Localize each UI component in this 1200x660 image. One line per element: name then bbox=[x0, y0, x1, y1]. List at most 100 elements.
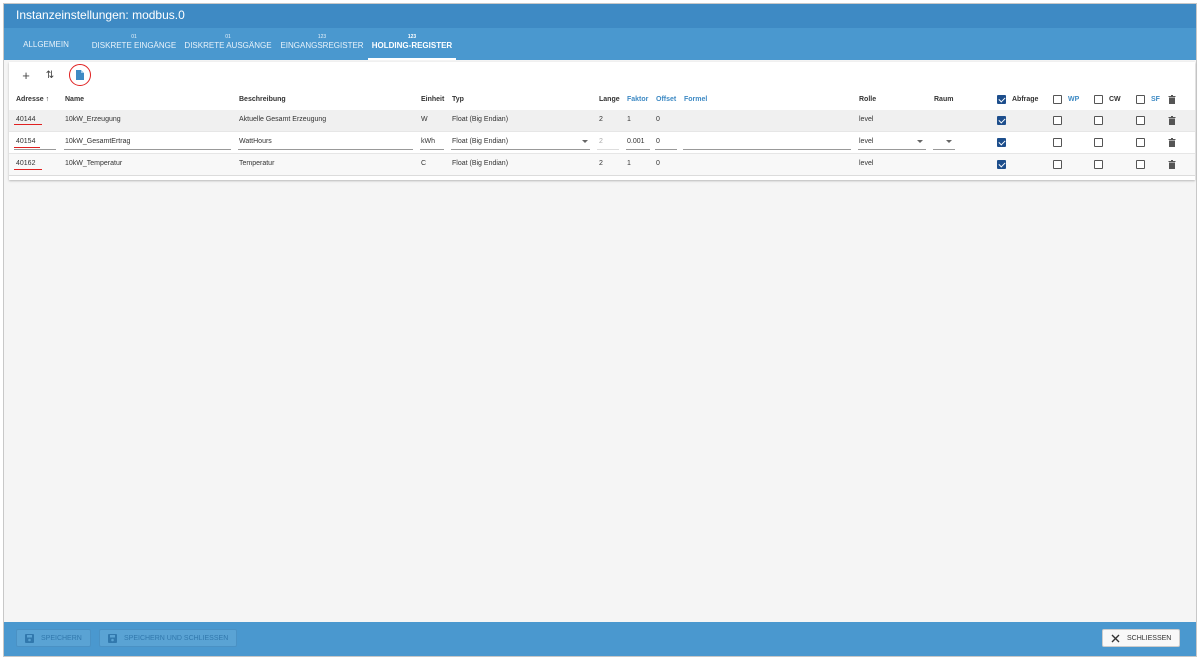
header-cw: CW bbox=[1109, 96, 1121, 103]
dialog-title: Instanzeinstellungen: modbus.0 bbox=[4, 4, 1196, 28]
description-cell[interactable]: Aktuelle Gesamt Erzeugung bbox=[239, 116, 326, 123]
header-sf: SF bbox=[1151, 96, 1160, 103]
add-row-button[interactable]: + bbox=[17, 68, 35, 84]
cw-checkbox[interactable] bbox=[1094, 160, 1103, 169]
table-row-editing: 40154 10kW_GesamtErtrag WattHours kWh Fl… bbox=[9, 132, 1195, 154]
save-button[interactable]: Speichern bbox=[16, 629, 91, 647]
tab-diskrete-ausgaenge[interactable]: 01 Diskrete Ausgänge bbox=[182, 28, 274, 60]
header-offset: Offset bbox=[656, 96, 677, 103]
header-wp: WP bbox=[1068, 96, 1080, 103]
header-address[interactable]: Adresse ↑ bbox=[16, 96, 49, 103]
factor-input[interactable]: 0.001 bbox=[627, 138, 645, 145]
room-select[interactable] bbox=[933, 149, 955, 150]
header-sf-checkbox[interactable] bbox=[1136, 95, 1145, 104]
close-button[interactable]: Schliessen bbox=[1102, 629, 1181, 647]
address-cell[interactable]: 40162 bbox=[16, 160, 35, 167]
tab-diskrete-eingaenge[interactable]: 01 Diskrete Eingänge bbox=[88, 28, 180, 60]
header-type: Typ bbox=[452, 96, 464, 103]
type-select[interactable]: Float (Big Endian) bbox=[452, 138, 508, 145]
address-input[interactable]: 40154 bbox=[16, 138, 35, 145]
annotation-underline bbox=[14, 147, 40, 148]
annotation-underline bbox=[14, 169, 42, 170]
length-cell: 2 bbox=[599, 160, 603, 167]
formula-input[interactable] bbox=[683, 149, 851, 150]
wp-checkbox[interactable] bbox=[1053, 138, 1062, 147]
header-length: Lange bbox=[599, 96, 620, 103]
type-dropdown-arrow-icon[interactable] bbox=[582, 140, 588, 143]
name-cell[interactable]: 10kW_Temperatur bbox=[65, 160, 122, 167]
table-toolbar: + ⇅ bbox=[9, 62, 1195, 90]
header-factor: Faktor bbox=[627, 96, 649, 103]
address-cell[interactable]: 40144 bbox=[16, 116, 35, 123]
delete-row-icon[interactable] bbox=[1168, 116, 1176, 125]
delete-all-icon[interactable] bbox=[1168, 95, 1176, 104]
header-description: Beschreibung bbox=[239, 96, 286, 103]
table-row: 40162 10kW_Temperatur Temperatur C Float… bbox=[9, 154, 1195, 176]
annotation-underline bbox=[14, 124, 42, 125]
sf-checkbox[interactable] bbox=[1136, 160, 1145, 169]
dialog-footer: Speichern Speichern und schliessen Schli… bbox=[4, 622, 1196, 656]
header-unit: Einheit bbox=[421, 96, 445, 103]
name-input[interactable]: 10kW_GesamtErtrag bbox=[65, 138, 130, 145]
role-dropdown-arrow-icon[interactable] bbox=[917, 140, 923, 143]
factor-cell[interactable]: 1 bbox=[627, 116, 631, 123]
header-poll-checkbox[interactable] bbox=[997, 95, 1006, 104]
description-cell[interactable]: Temperatur bbox=[239, 160, 274, 167]
header-room: Raum bbox=[934, 96, 954, 103]
sf-checkbox[interactable] bbox=[1136, 138, 1145, 147]
header-wp-checkbox[interactable] bbox=[1053, 95, 1062, 104]
sf-checkbox[interactable] bbox=[1136, 116, 1145, 125]
role-cell[interactable]: level bbox=[859, 160, 873, 167]
unit-input-underline bbox=[420, 149, 444, 150]
unit-cell[interactable]: C bbox=[421, 160, 426, 167]
sort-up-icon: ↑ bbox=[45, 96, 50, 103]
register-table-panel: + ⇅ Adresse ↑ Name Beschreibung Einheit … bbox=[9, 62, 1195, 180]
unit-input[interactable]: kWh bbox=[421, 138, 435, 145]
description-input-underline bbox=[238, 149, 413, 150]
close-icon bbox=[1111, 634, 1120, 643]
role-select[interactable]: level bbox=[859, 138, 873, 145]
cw-checkbox[interactable] bbox=[1094, 138, 1103, 147]
table-row: 40144 10kW_Erzeugung Aktuelle Gesamt Erz… bbox=[9, 110, 1195, 132]
type-cell[interactable]: Float (Big Endian) bbox=[452, 160, 508, 167]
header-poll: Abfrage bbox=[1012, 96, 1039, 103]
save-and-close-button[interactable]: Speichern und schliessen bbox=[99, 629, 238, 647]
role-select-underline bbox=[858, 149, 926, 150]
cw-checkbox[interactable] bbox=[1094, 116, 1103, 125]
save-icon bbox=[108, 634, 117, 643]
room-dropdown-arrow-icon[interactable] bbox=[946, 140, 952, 143]
offset-cell[interactable]: 0 bbox=[656, 160, 660, 167]
tab-holding-register[interactable]: 123 Holding-Register bbox=[368, 28, 456, 60]
tab-allgemein[interactable]: Allgemein bbox=[14, 28, 78, 60]
poll-checkbox[interactable] bbox=[997, 138, 1006, 147]
name-input-underline bbox=[64, 149, 231, 150]
length-input-underline bbox=[597, 149, 619, 150]
offset-input[interactable]: 0 bbox=[656, 138, 660, 145]
sort-button[interactable]: ⇅ bbox=[41, 68, 59, 84]
role-cell[interactable]: level bbox=[859, 116, 873, 123]
type-select-underline bbox=[451, 149, 590, 150]
name-cell[interactable]: 10kW_Erzeugung bbox=[65, 116, 121, 123]
unit-cell[interactable]: W bbox=[421, 116, 428, 123]
address-input-underline bbox=[14, 149, 56, 150]
factor-input-underline bbox=[626, 149, 650, 150]
annotation-circle bbox=[69, 64, 91, 86]
type-cell[interactable]: Float (Big Endian) bbox=[452, 116, 508, 123]
header-cw-checkbox[interactable] bbox=[1094, 95, 1103, 104]
length-cell: 2 bbox=[599, 116, 603, 123]
tab-bar: Allgemein 01 Diskrete Eingänge 01 Diskre… bbox=[4, 28, 1196, 60]
table-header: Adresse ↑ Name Beschreibung Einheit Typ … bbox=[9, 90, 1195, 110]
description-input[interactable]: WattHours bbox=[239, 138, 272, 145]
factor-cell[interactable]: 1 bbox=[627, 160, 631, 167]
plus-icon: + bbox=[22, 68, 30, 83]
delete-row-icon[interactable] bbox=[1168, 160, 1176, 169]
tab-eingangsregister[interactable]: 123 Eingangsregister bbox=[278, 28, 366, 60]
instance-settings-dialog: Instanzeinstellungen: modbus.0 Allgemein… bbox=[3, 3, 1197, 657]
header-name: Name bbox=[65, 96, 85, 103]
poll-checkbox[interactable] bbox=[997, 160, 1006, 169]
poll-checkbox[interactable] bbox=[997, 116, 1006, 125]
wp-checkbox[interactable] bbox=[1053, 160, 1062, 169]
delete-row-icon[interactable] bbox=[1168, 138, 1176, 147]
wp-checkbox[interactable] bbox=[1053, 116, 1062, 125]
offset-cell[interactable]: 0 bbox=[656, 116, 660, 123]
